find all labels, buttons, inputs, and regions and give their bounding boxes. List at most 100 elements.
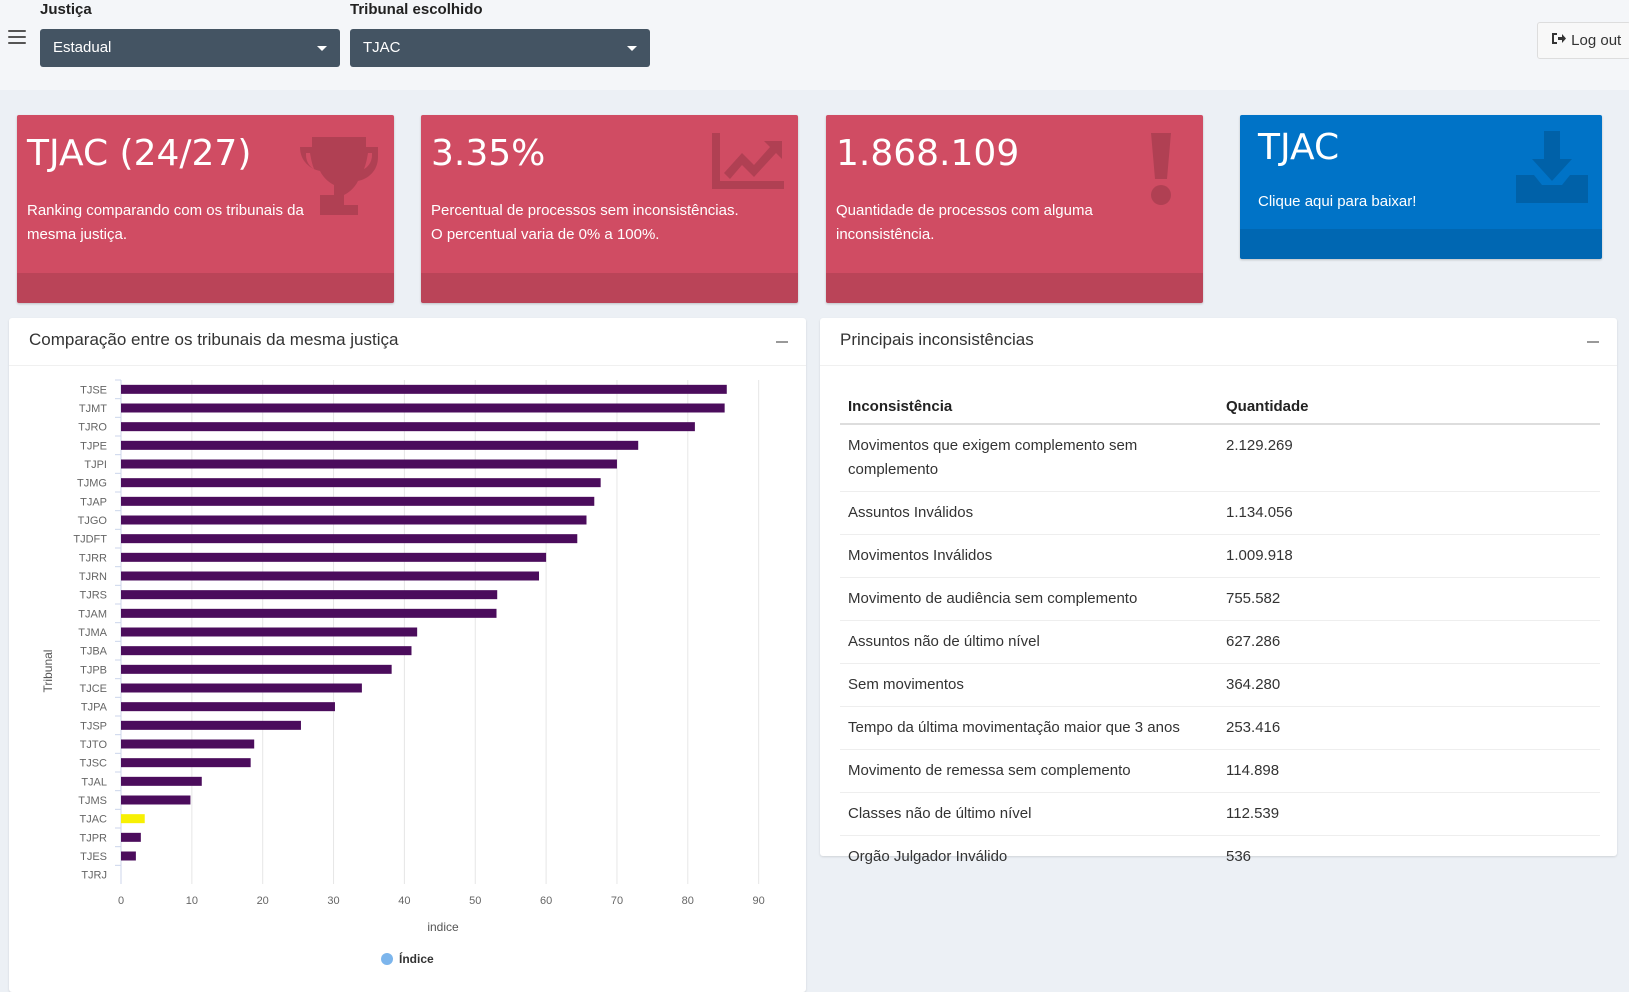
ranking-value: TJAC (24/27) <box>27 133 252 174</box>
y-tick-label: TJAM <box>78 608 107 620</box>
x-tick-label: 40 <box>398 895 410 907</box>
bar-tjsp <box>121 720 301 730</box>
count-value: 1.868.109 <box>836 133 1020 174</box>
y-tick-label: TJAL <box>81 776 107 788</box>
bar-tjpb <box>121 664 392 674</box>
inconsistency-cell: Assuntos Inválidos <box>840 491 1218 535</box>
bar-tjpi <box>121 459 617 469</box>
y-tick-label: TJGO <box>78 515 108 527</box>
y-tick-label: TJRR <box>79 552 107 564</box>
quantity-cell: 1.009.918 <box>1218 534 1600 578</box>
logout-label: Log out <box>1571 32 1622 49</box>
table-row: Assuntos Inválidos 1.134.056 <box>840 491 1600 535</box>
bar-tjto <box>121 739 255 749</box>
bar-tjes <box>121 851 136 861</box>
table-header-row: Inconsistência Quantidade <box>840 390 1600 425</box>
comparison-chart-panel: Comparação entre os tribunais da mesma j… <box>9 318 806 992</box>
table-row: Orgão Julgador Inválido 536 <box>840 835 1600 878</box>
y-tick-label: TJCE <box>80 683 108 695</box>
legend-marker <box>381 953 393 965</box>
table-row: Movimentos que exigem complemento sem co… <box>840 424 1600 492</box>
percent-value: 3.35% <box>431 133 546 174</box>
top-bar: Justiça Estadual Tribunal escolhido TJAC… <box>0 0 1629 90</box>
table-row: Movimento de audiência sem complemento 75… <box>840 577 1600 621</box>
download-icon <box>1516 131 1588 208</box>
tribunal-select[interactable]: TJAC <box>350 29 650 67</box>
bar-tjmt <box>121 403 725 413</box>
bar-tjgo <box>121 515 587 525</box>
y-tick-label: TJRO <box>78 422 107 434</box>
quantity-cell: 2.129.269 <box>1226 437 1293 454</box>
x-tick-label: 50 <box>469 895 481 907</box>
bar-tjms <box>121 795 191 805</box>
menu-toggle-icon[interactable] <box>8 30 26 46</box>
y-tick-label: TJMG <box>77 478 107 490</box>
y-tick-label: TJAP <box>80 496 107 508</box>
y-tick-label: TJRN <box>79 571 107 583</box>
table-row: Movimento de remessa sem complemento 114.… <box>840 749 1600 793</box>
x-tick-label: 20 <box>257 895 269 907</box>
y-tick-label: TJMS <box>78 795 107 807</box>
bar-tjse <box>121 384 727 394</box>
x-tick-label: 80 <box>682 895 694 907</box>
quantity-cell: 536 <box>1218 835 1600 878</box>
y-tick-label: TJPI <box>84 459 107 471</box>
quantity-cell: 253.416 <box>1218 706 1600 750</box>
logout-button[interactable]: Log out <box>1537 22 1629 59</box>
y-tick-label: TJBA <box>80 646 108 658</box>
value-box-footer <box>421 273 798 303</box>
inconsistency-cell: Tempo da última movimentação maior que 3… <box>840 706 1218 750</box>
bar-tjal <box>121 776 202 786</box>
bar-tjam <box>121 608 497 618</box>
x-axis-title: indice <box>427 920 459 934</box>
column-header-inconsistencia: Inconsistência <box>840 390 1218 425</box>
inconsistency-cell: Orgão Julgador Inválido <box>840 835 1218 878</box>
inconsistencies-header: Principais inconsistências <box>820 318 1617 366</box>
count-value-box: 1.868.109 Quantidade de processos com al… <box>826 115 1203 303</box>
bar-tjmg <box>121 478 601 488</box>
inconsistency-cell: Movimentos que exigem complemento sem co… <box>848 437 1138 478</box>
comparison-bar-chart: TJSE TJMT TJRO TJPE TJPI TJMG TJAP TJGO TJDFT TJR… <box>41 379 765 966</box>
value-box-footer <box>826 273 1203 303</box>
justica-select[interactable]: Estadual <box>40 29 340 67</box>
y-tick-label: TJDFT <box>73 534 107 546</box>
ranking-value-box: TJAC (24/27) Ranking comparando com os t… <box>17 115 394 303</box>
quantity-cell: 627.286 <box>1218 620 1600 664</box>
table-row: Tempo da última movimentação maior que 3… <box>840 706 1600 750</box>
download-value-box[interactable]: TJAC Clique aqui para baixar! <box>1240 115 1602 259</box>
percent-value-box: 3.35% Percentual de processos sem incons… <box>421 115 798 303</box>
quantity-cell: 112.539 <box>1218 792 1600 836</box>
column-header-quantidade: Quantidade <box>1218 390 1600 425</box>
inconsistency-cell: Movimentos Inválidos <box>840 534 1218 578</box>
inconsistencies-title: Principais inconsistências <box>840 330 1034 349</box>
inconsistencies-table: Inconsistência Quantidade Movimentos que… <box>840 390 1600 878</box>
value-box-footer <box>1240 229 1602 259</box>
quantity-cell: 364.280 <box>1218 663 1600 707</box>
bar-tjpa <box>121 702 335 712</box>
justica-label: Justiça <box>40 1 92 18</box>
bar-tjdft <box>121 534 578 544</box>
bar-tjsc <box>121 758 251 768</box>
y-tick-label: TJPR <box>80 832 108 844</box>
chart-legend[interactable]: Índice <box>381 951 434 966</box>
bar-tjac <box>121 814 145 824</box>
y-tick-label: TJMA <box>78 627 107 639</box>
tribunal-label: Tribunal escolhido <box>350 1 483 18</box>
chart-line-icon <box>712 133 784 194</box>
y-tick-label: TJSE <box>80 384 107 396</box>
collapse-minus-icon[interactable] <box>776 341 788 343</box>
y-tick-label: TJAC <box>80 814 108 826</box>
caret-down-icon <box>627 46 637 51</box>
inconsistency-cell: Assuntos não de último nível <box>840 620 1218 664</box>
y-tick-label: TJSC <box>80 758 108 770</box>
bar-tjrr <box>121 552 547 562</box>
table-row: Classes não de último nível 112.539 <box>840 792 1600 836</box>
comparison-chart-title: Comparação entre os tribunais da mesma j… <box>29 330 399 349</box>
x-tick-label: 90 <box>753 895 765 907</box>
collapse-minus-icon[interactable] <box>1587 341 1599 343</box>
trophy-icon <box>298 133 380 224</box>
inconsistency-cell: Movimento de remessa sem complemento <box>840 749 1218 793</box>
y-tick-label: TJMT <box>79 403 107 415</box>
legend-label: Índice <box>399 951 434 966</box>
bar-tjpe <box>121 440 639 450</box>
